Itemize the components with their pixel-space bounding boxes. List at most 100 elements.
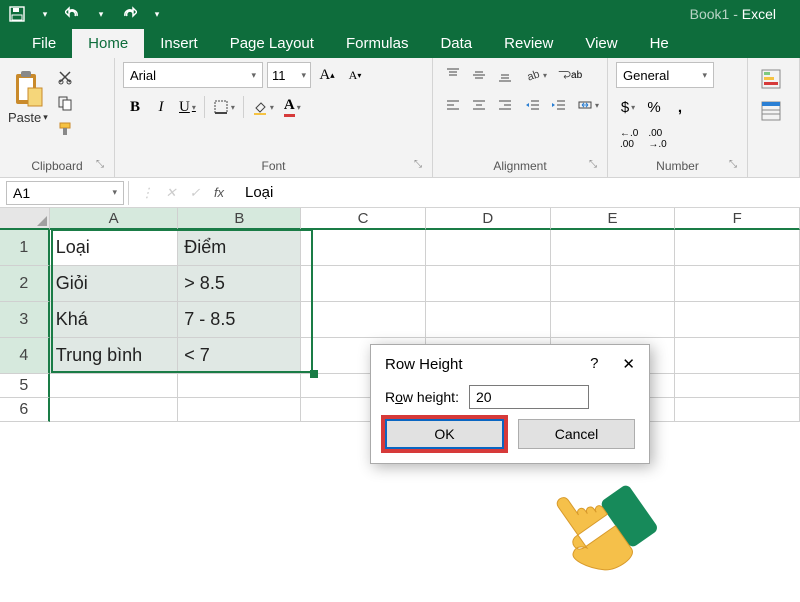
font-color-button[interactable]: A xyxy=(280,94,305,120)
column-header[interactable]: A xyxy=(50,208,179,230)
row-header[interactable]: 5 xyxy=(0,374,50,398)
save-icon[interactable] xyxy=(4,3,30,25)
paste-button[interactable]: Paste▾ xyxy=(8,62,48,125)
format-table-icon[interactable] xyxy=(756,98,786,124)
comma-button[interactable]: , xyxy=(668,94,692,120)
format-painter-icon[interactable] xyxy=(54,118,76,140)
tab-insert[interactable]: Insert xyxy=(144,29,214,58)
cell[interactable]: Giỏi xyxy=(50,266,179,302)
cell[interactable] xyxy=(675,302,800,338)
number-format-combo[interactable]: General▾ xyxy=(616,62,714,88)
cell[interactable] xyxy=(426,266,551,302)
cell[interactable] xyxy=(178,398,301,422)
launcher-icon[interactable]: ⤡ xyxy=(729,159,737,170)
row-header[interactable]: 4 xyxy=(0,338,50,374)
tab-file[interactable]: File xyxy=(16,29,72,58)
select-all-button[interactable] xyxy=(0,208,50,230)
cell[interactable]: > 8.5 xyxy=(178,266,301,302)
cut-icon[interactable] xyxy=(54,66,76,88)
column-header[interactable]: D xyxy=(426,208,551,230)
cell[interactable] xyxy=(301,266,426,302)
dialog-help-icon[interactable]: ? xyxy=(590,355,598,373)
cell[interactable] xyxy=(675,338,800,374)
undo-drop-icon[interactable]: ▾ xyxy=(88,3,114,25)
cancel-formula-icon[interactable]: ✕ xyxy=(159,181,183,205)
cell[interactable]: Điểm xyxy=(178,230,301,266)
align-right-icon[interactable] xyxy=(493,92,517,118)
qat-dropdown-icon[interactable]: ▾ xyxy=(32,3,58,25)
cell[interactable] xyxy=(301,302,426,338)
bold-button[interactable]: B xyxy=(123,94,147,120)
conditional-formatting-icon[interactable] xyxy=(756,66,786,92)
cell[interactable] xyxy=(551,266,676,302)
italic-button[interactable]: I xyxy=(149,94,173,120)
ok-button[interactable]: OK xyxy=(385,419,504,449)
tab-data[interactable]: Data xyxy=(424,29,488,58)
copy-icon[interactable] xyxy=(54,92,76,114)
cell[interactable]: < 7 xyxy=(178,338,301,374)
launcher-icon[interactable]: ⤡ xyxy=(96,159,104,170)
row-header[interactable]: 6 xyxy=(0,398,50,422)
column-header[interactable]: C xyxy=(301,208,426,230)
column-header[interactable]: B xyxy=(178,208,301,230)
enter-formula-icon[interactable]: ✓ xyxy=(183,181,207,205)
tab-formulas[interactable]: Formulas xyxy=(330,29,425,58)
cell[interactable] xyxy=(551,302,676,338)
underline-button[interactable]: U xyxy=(175,94,200,120)
undo-icon[interactable] xyxy=(60,3,86,25)
row-header[interactable]: 3 xyxy=(0,302,50,338)
launcher-icon[interactable]: ⤡ xyxy=(589,159,597,170)
fill-color-button[interactable] xyxy=(248,94,278,120)
cancel-button[interactable]: Cancel xyxy=(518,419,635,449)
decrease-font-icon[interactable]: A▾ xyxy=(343,62,367,88)
cell[interactable] xyxy=(675,230,800,266)
wrap-text-button[interactable]: ab xyxy=(553,62,586,88)
cell[interactable] xyxy=(426,230,551,266)
cell[interactable]: 7 - 8.5 xyxy=(178,302,301,338)
decrease-decimal-icon[interactable]: .00→.0 xyxy=(644,126,670,152)
tab-review[interactable]: Review xyxy=(488,29,569,58)
fill-handle[interactable] xyxy=(310,370,318,378)
cell[interactable]: Trung bình xyxy=(50,338,179,374)
merge-center-button[interactable] xyxy=(573,92,603,118)
align-center-icon[interactable] xyxy=(467,92,491,118)
align-middle-icon[interactable] xyxy=(467,62,491,88)
tab-view[interactable]: View xyxy=(569,29,633,58)
increase-indent-icon[interactable] xyxy=(547,92,571,118)
font-name-combo[interactable]: Arial▾ xyxy=(123,62,263,88)
align-top-icon[interactable] xyxy=(441,62,465,88)
cell[interactable] xyxy=(426,302,551,338)
cell[interactable] xyxy=(675,266,800,302)
cell[interactable] xyxy=(551,230,676,266)
cell[interactable]: Loại xyxy=(50,230,179,266)
row-height-input[interactable] xyxy=(469,385,589,409)
increase-font-icon[interactable]: A▴ xyxy=(315,62,339,88)
redo-icon[interactable] xyxy=(116,3,142,25)
cell[interactable]: Khá xyxy=(50,302,179,338)
tab-help[interactable]: He xyxy=(634,29,685,58)
dialog-close-icon[interactable]: ✕ xyxy=(622,355,635,373)
launcher-icon[interactable]: ⤡ xyxy=(414,159,422,170)
column-header[interactable]: F xyxy=(675,208,800,230)
row-header[interactable]: 2 xyxy=(0,266,50,302)
name-box[interactable]: A1▾ xyxy=(6,181,124,205)
tab-page-layout[interactable]: Page Layout xyxy=(214,29,330,58)
cell[interactable] xyxy=(675,398,800,422)
decrease-indent-icon[interactable] xyxy=(521,92,545,118)
cell[interactable] xyxy=(178,374,301,398)
align-left-icon[interactable] xyxy=(441,92,465,118)
formula-input[interactable] xyxy=(237,181,800,205)
increase-decimal-icon[interactable]: ←.0.00 xyxy=(616,126,642,152)
redo-drop-icon[interactable]: ▾ xyxy=(144,3,170,25)
row-header[interactable]: 1 xyxy=(0,230,50,266)
cell[interactable] xyxy=(675,374,800,398)
orientation-icon[interactable]: ab xyxy=(521,62,551,88)
fx-icon[interactable]: fx xyxy=(207,181,231,205)
cell[interactable] xyxy=(50,374,179,398)
cell[interactable] xyxy=(301,230,426,266)
percent-button[interactable]: % xyxy=(642,94,666,120)
font-size-combo[interactable]: 11▾ xyxy=(267,62,311,88)
tab-home[interactable]: Home xyxy=(72,29,144,58)
cell[interactable] xyxy=(50,398,179,422)
currency-button[interactable]: $ xyxy=(616,94,640,120)
